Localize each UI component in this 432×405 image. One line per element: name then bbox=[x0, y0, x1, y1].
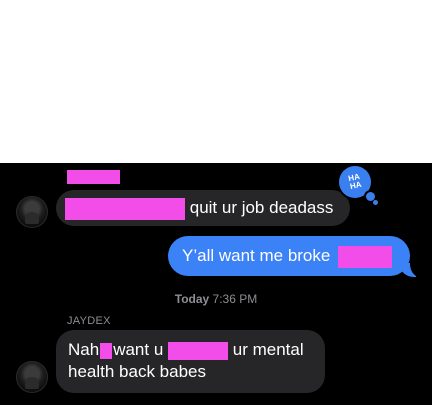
sender-name: JAYDEX bbox=[67, 315, 111, 327]
tapback-tail-dot-small bbox=[373, 200, 378, 205]
timestamp-day: Today bbox=[174, 292, 210, 306]
contact-avatar-icon[interactable] bbox=[16, 196, 48, 228]
message-text: quit ur job deadass bbox=[189, 198, 334, 217]
tapback-label: HA HA bbox=[347, 171, 363, 192]
blank-area bbox=[0, 0, 432, 163]
incoming-message-bubble[interactable]: Nah want u ur mental health back babes bbox=[56, 330, 325, 393]
redacted-sender-name bbox=[67, 170, 120, 184]
redacted-text bbox=[168, 341, 229, 360]
contact-avatar-icon[interactable] bbox=[16, 361, 48, 393]
message-text: Nah bbox=[68, 340, 100, 359]
timestamp-time: 7:36 PM bbox=[212, 292, 258, 306]
redacted-text bbox=[65, 197, 185, 220]
message-text: ur mental bbox=[232, 340, 304, 359]
message-text: health back babes bbox=[68, 362, 206, 381]
incoming-message-bubble[interactable]: quit ur job deadass bbox=[56, 190, 350, 226]
message-text: Y’all want me broke bbox=[182, 246, 331, 265]
outgoing-message-bubble[interactable]: Y’all want me broke bbox=[168, 236, 410, 276]
redacted-text bbox=[100, 342, 113, 359]
timestamp-divider: Today 7:36 PM bbox=[0, 292, 432, 306]
redacted-text bbox=[338, 245, 393, 268]
message-text: want u bbox=[113, 340, 164, 359]
message-thread[interactable]: quit ur job deadass HA HA Y’all want me … bbox=[0, 163, 432, 405]
